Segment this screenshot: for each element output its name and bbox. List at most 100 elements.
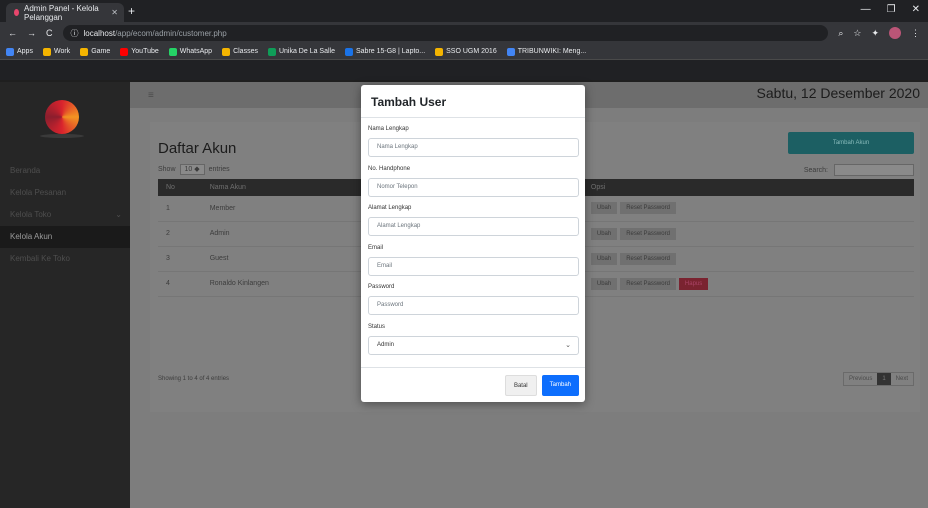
bookmark-item[interactable]: Classes xyxy=(222,47,258,56)
menu-kebab-icon[interactable]: ⋮ xyxy=(911,28,920,39)
bookmark-icon xyxy=(6,47,14,56)
pagination-page[interactable]: 1 xyxy=(877,373,891,385)
sidebar-item-kelola-akun[interactable]: Kelola Akun xyxy=(0,226,130,248)
column-header[interactable]: No xyxy=(158,179,202,196)
logo-shadow xyxy=(40,134,84,138)
browser-chrome: Admin Panel - Kelola Pelanggan ✕ + — ❐ ✕… xyxy=(0,0,928,80)
tab-close-icon[interactable]: ✕ xyxy=(111,8,118,17)
form-field: No. Handphone Nomor Telepon xyxy=(368,166,579,197)
zoom-icon[interactable]: ⌕ xyxy=(838,28,843,39)
bookmark-item[interactable]: Sabre 15-G8 | Lapto... xyxy=(345,47,425,56)
modal-footer-divider xyxy=(361,367,585,368)
close-window-icon[interactable]: ✕ xyxy=(912,4,920,15)
field-placeholder: Nama Lengkap xyxy=(377,144,418,150)
sidebar-item-kelola-toko[interactable]: Kelola Toko ⌄ xyxy=(0,204,130,226)
hamburger-menu-icon[interactable]: ≡ xyxy=(148,90,154,101)
cell-nama: Admin xyxy=(201,221,375,247)
column-header[interactable]: Nama Akun xyxy=(202,179,375,196)
submit-button[interactable]: Tambah xyxy=(541,375,579,396)
delete-button[interactable]: Hapus xyxy=(678,277,709,290)
edit-button[interactable]: Ubah xyxy=(590,227,618,240)
cancel-button[interactable]: Batal xyxy=(504,375,537,396)
bookmark-label: TRIBUNWIKI: Meng... xyxy=(517,48,587,55)
sidebar-item-label: Kelola Pesanan xyxy=(10,188,67,197)
tab-favicon-icon xyxy=(14,9,19,16)
bookmark-icon xyxy=(80,47,89,56)
brand-logo[interactable] xyxy=(45,100,79,134)
extensions-icon[interactable]: ✦ xyxy=(871,28,879,39)
browser-tab[interactable]: Admin Panel - Kelola Pelanggan ✕ xyxy=(6,3,124,22)
new-tab-icon[interactable]: + xyxy=(128,4,135,18)
table-search: Search: xyxy=(804,164,914,176)
status-field: Status Admin ⌄ xyxy=(368,324,579,355)
cell-opsi: Ubah Reset Password xyxy=(582,246,914,272)
bookmark-item[interactable]: Game xyxy=(80,47,110,56)
bookmark-label: SSO UGM 2016 xyxy=(446,48,497,55)
field-input-no-handphone[interactable]: Nomor Telepon xyxy=(368,177,579,197)
form-field: Nama Lengkap Nama Lengkap xyxy=(368,126,579,157)
pagination: Previous 1 Next xyxy=(842,372,914,386)
bookmark-icon xyxy=(435,47,444,56)
form-field: Password Password xyxy=(368,284,579,315)
info-icon: ⓘ xyxy=(70,28,79,38)
profile-avatar[interactable] xyxy=(889,27,901,39)
search-input[interactable] xyxy=(834,164,914,176)
back-icon[interactable]: ← xyxy=(8,28,17,38)
modal-title: Tambah User xyxy=(371,95,447,109)
bookmark-label: YouTube xyxy=(131,48,159,55)
pagination-next[interactable]: Next xyxy=(891,373,913,385)
bookmark-item[interactable]: Work xyxy=(42,47,70,56)
bookmark-item[interactable]: Unika De La Salle xyxy=(267,47,335,56)
field-placeholder: Alamat Lengkap xyxy=(377,223,421,229)
search-label: Search: xyxy=(803,166,828,174)
field-input-alamat-lengkap[interactable]: Alamat Lengkap xyxy=(368,217,579,236)
entries-select[interactable]: 10 ◆ xyxy=(179,164,205,175)
forward-icon[interactable]: → xyxy=(27,28,36,38)
edit-button[interactable]: Ubah xyxy=(590,252,618,265)
bookmark-item[interactable]: WhatsApp xyxy=(168,47,212,56)
sidebar-item-label: Kelola Toko xyxy=(10,210,52,219)
form-field: Alamat Lengkap Alamat Lengkap xyxy=(368,205,579,236)
url-bar[interactable]: ⓘ localhost/app/ecom/admin/customer.php xyxy=(62,25,829,41)
sidebar-item-beranda[interactable]: Beranda xyxy=(0,160,130,182)
bookmark-star-icon[interactable]: ☆ xyxy=(853,28,861,39)
show-label: Show xyxy=(158,166,176,173)
sidebar-item-label: Kelola Akun xyxy=(10,232,53,241)
table-info: Showing 1 to 4 of 4 entries xyxy=(158,376,230,382)
field-input-email[interactable]: Email xyxy=(368,256,579,276)
bookmark-icon xyxy=(120,47,129,56)
restore-icon[interactable]: ❐ xyxy=(887,4,896,15)
reset-password-button[interactable]: Reset Password xyxy=(620,277,676,290)
field-label: Password xyxy=(368,284,395,290)
field-label: Email xyxy=(368,244,384,251)
reset-password-button[interactable]: Reset Password xyxy=(620,202,676,215)
bookmark-item[interactable]: SSO UGM 2016 xyxy=(435,47,497,56)
minimize-icon[interactable]: — xyxy=(861,4,871,15)
sidebar-nav: Beranda Kelola Pesanan Kelola Toko ⌄ Kelola … xyxy=(0,160,130,270)
edit-button[interactable]: Ubah xyxy=(590,277,618,290)
reload-icon[interactable]: C xyxy=(46,28,53,38)
bookmark-label: Unika De La Salle xyxy=(278,48,335,55)
add-account-button[interactable]: Tambah Akun xyxy=(788,132,914,154)
status-select[interactable]: Admin ⌄ xyxy=(368,336,579,355)
modal-actions: Batal Tambah xyxy=(504,375,579,396)
column-header[interactable]: Opsi xyxy=(583,179,914,196)
edit-button[interactable]: Ubah xyxy=(590,202,618,215)
field-input-nama-lengkap[interactable]: Nama Lengkap xyxy=(368,138,579,157)
sidebar-item-kelola-pesanan[interactable]: Kelola Pesanan xyxy=(0,182,130,204)
bookmark-icon xyxy=(42,47,51,56)
column-header-label: No xyxy=(166,184,175,191)
sidebar-item-kembali-ke-toko[interactable]: Kembali Ke Toko xyxy=(0,248,130,270)
entries-select-value: 10 xyxy=(184,166,193,173)
bookmark-item[interactable]: YouTube xyxy=(120,47,159,56)
bookmark-icon xyxy=(222,47,231,56)
pagination-previous[interactable]: Previous xyxy=(844,373,877,385)
url-host: localhost xyxy=(83,28,116,38)
reset-password-button[interactable]: Reset Password xyxy=(620,227,676,240)
bookmark-item[interactable]: TRIBUNWIKI: Meng... xyxy=(506,47,587,56)
reset-password-button[interactable]: Reset Password xyxy=(620,252,676,265)
add-user-modal: Tambah User Nama Lengkap Nama Lengkap No. … xyxy=(361,85,585,402)
bookmark-item[interactable]: Apps xyxy=(6,47,33,56)
field-input-password[interactable]: Password xyxy=(368,296,579,315)
entries-length-control: Show 10 ◆ entries xyxy=(158,164,230,175)
